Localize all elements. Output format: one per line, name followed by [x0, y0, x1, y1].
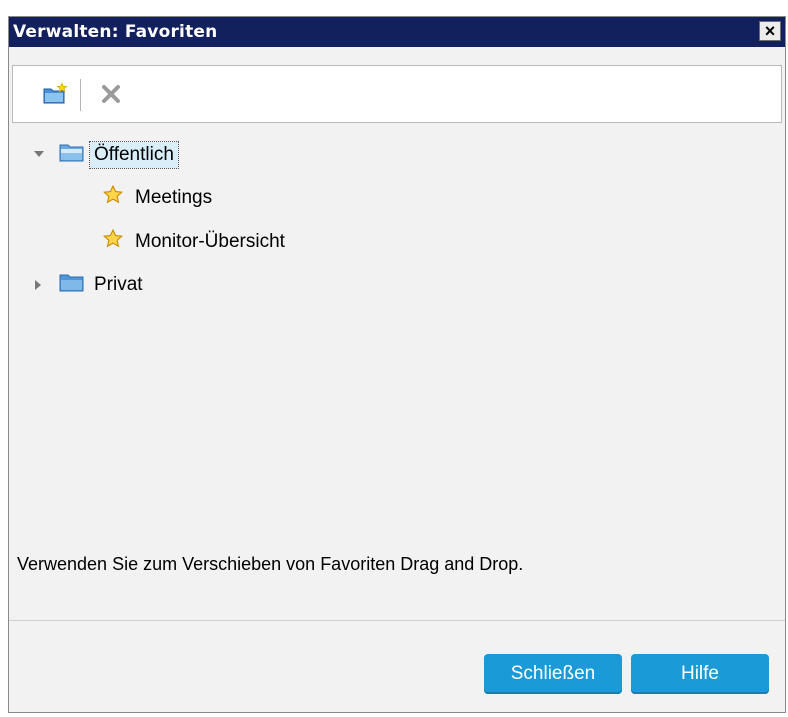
new-folder-icon — [43, 82, 68, 104]
star-icon — [102, 184, 124, 211]
help-button[interactable]: Hilfe — [631, 654, 769, 694]
footer-divider — [9, 620, 785, 621]
close-icon: × — [764, 21, 776, 41]
close-dialog-button[interactable]: Schließen — [484, 654, 622, 694]
tree-node-label[interactable]: Privat — [90, 272, 147, 298]
collapse-arrow-icon[interactable] — [33, 149, 45, 161]
close-button[interactable]: × — [759, 21, 781, 41]
toolbar-separator — [80, 79, 81, 111]
favorites-tree: Öffentlich Meetings Monitor-Übersicht Pr… — [9, 127, 785, 527]
tree-item-monitor-overview[interactable]: Monitor-Übersicht — [102, 225, 285, 259]
tree-node-public[interactable]: Öffentlich — [33, 138, 179, 172]
tree-item-label[interactable]: Monitor-Übersicht — [135, 231, 285, 253]
title-bar[interactable]: Verwalten: Favoriten × — [9, 17, 785, 47]
tree-item-label[interactable]: Meetings — [135, 187, 212, 209]
folder-icon — [59, 272, 85, 298]
delete-button[interactable] — [97, 80, 125, 108]
tree-item-meetings[interactable]: Meetings — [102, 181, 212, 215]
drag-drop-hint: Verwenden Sie zum Verschieben von Favori… — [17, 554, 524, 574]
dialog-title: Verwalten: Favoriten — [13, 22, 218, 42]
open-folder-icon — [59, 142, 85, 168]
new-folder-button[interactable] — [41, 80, 69, 108]
delete-icon — [102, 85, 120, 103]
expand-arrow-icon[interactable] — [33, 279, 45, 291]
tree-node-private[interactable]: Privat — [33, 268, 147, 302]
toolbar — [12, 65, 782, 123]
star-icon — [102, 228, 124, 255]
tree-node-label[interactable]: Öffentlich — [89, 141, 179, 169]
manage-favorites-dialog: Verwalten: Favoriten × Öffentlich Meetin… — [8, 16, 786, 713]
